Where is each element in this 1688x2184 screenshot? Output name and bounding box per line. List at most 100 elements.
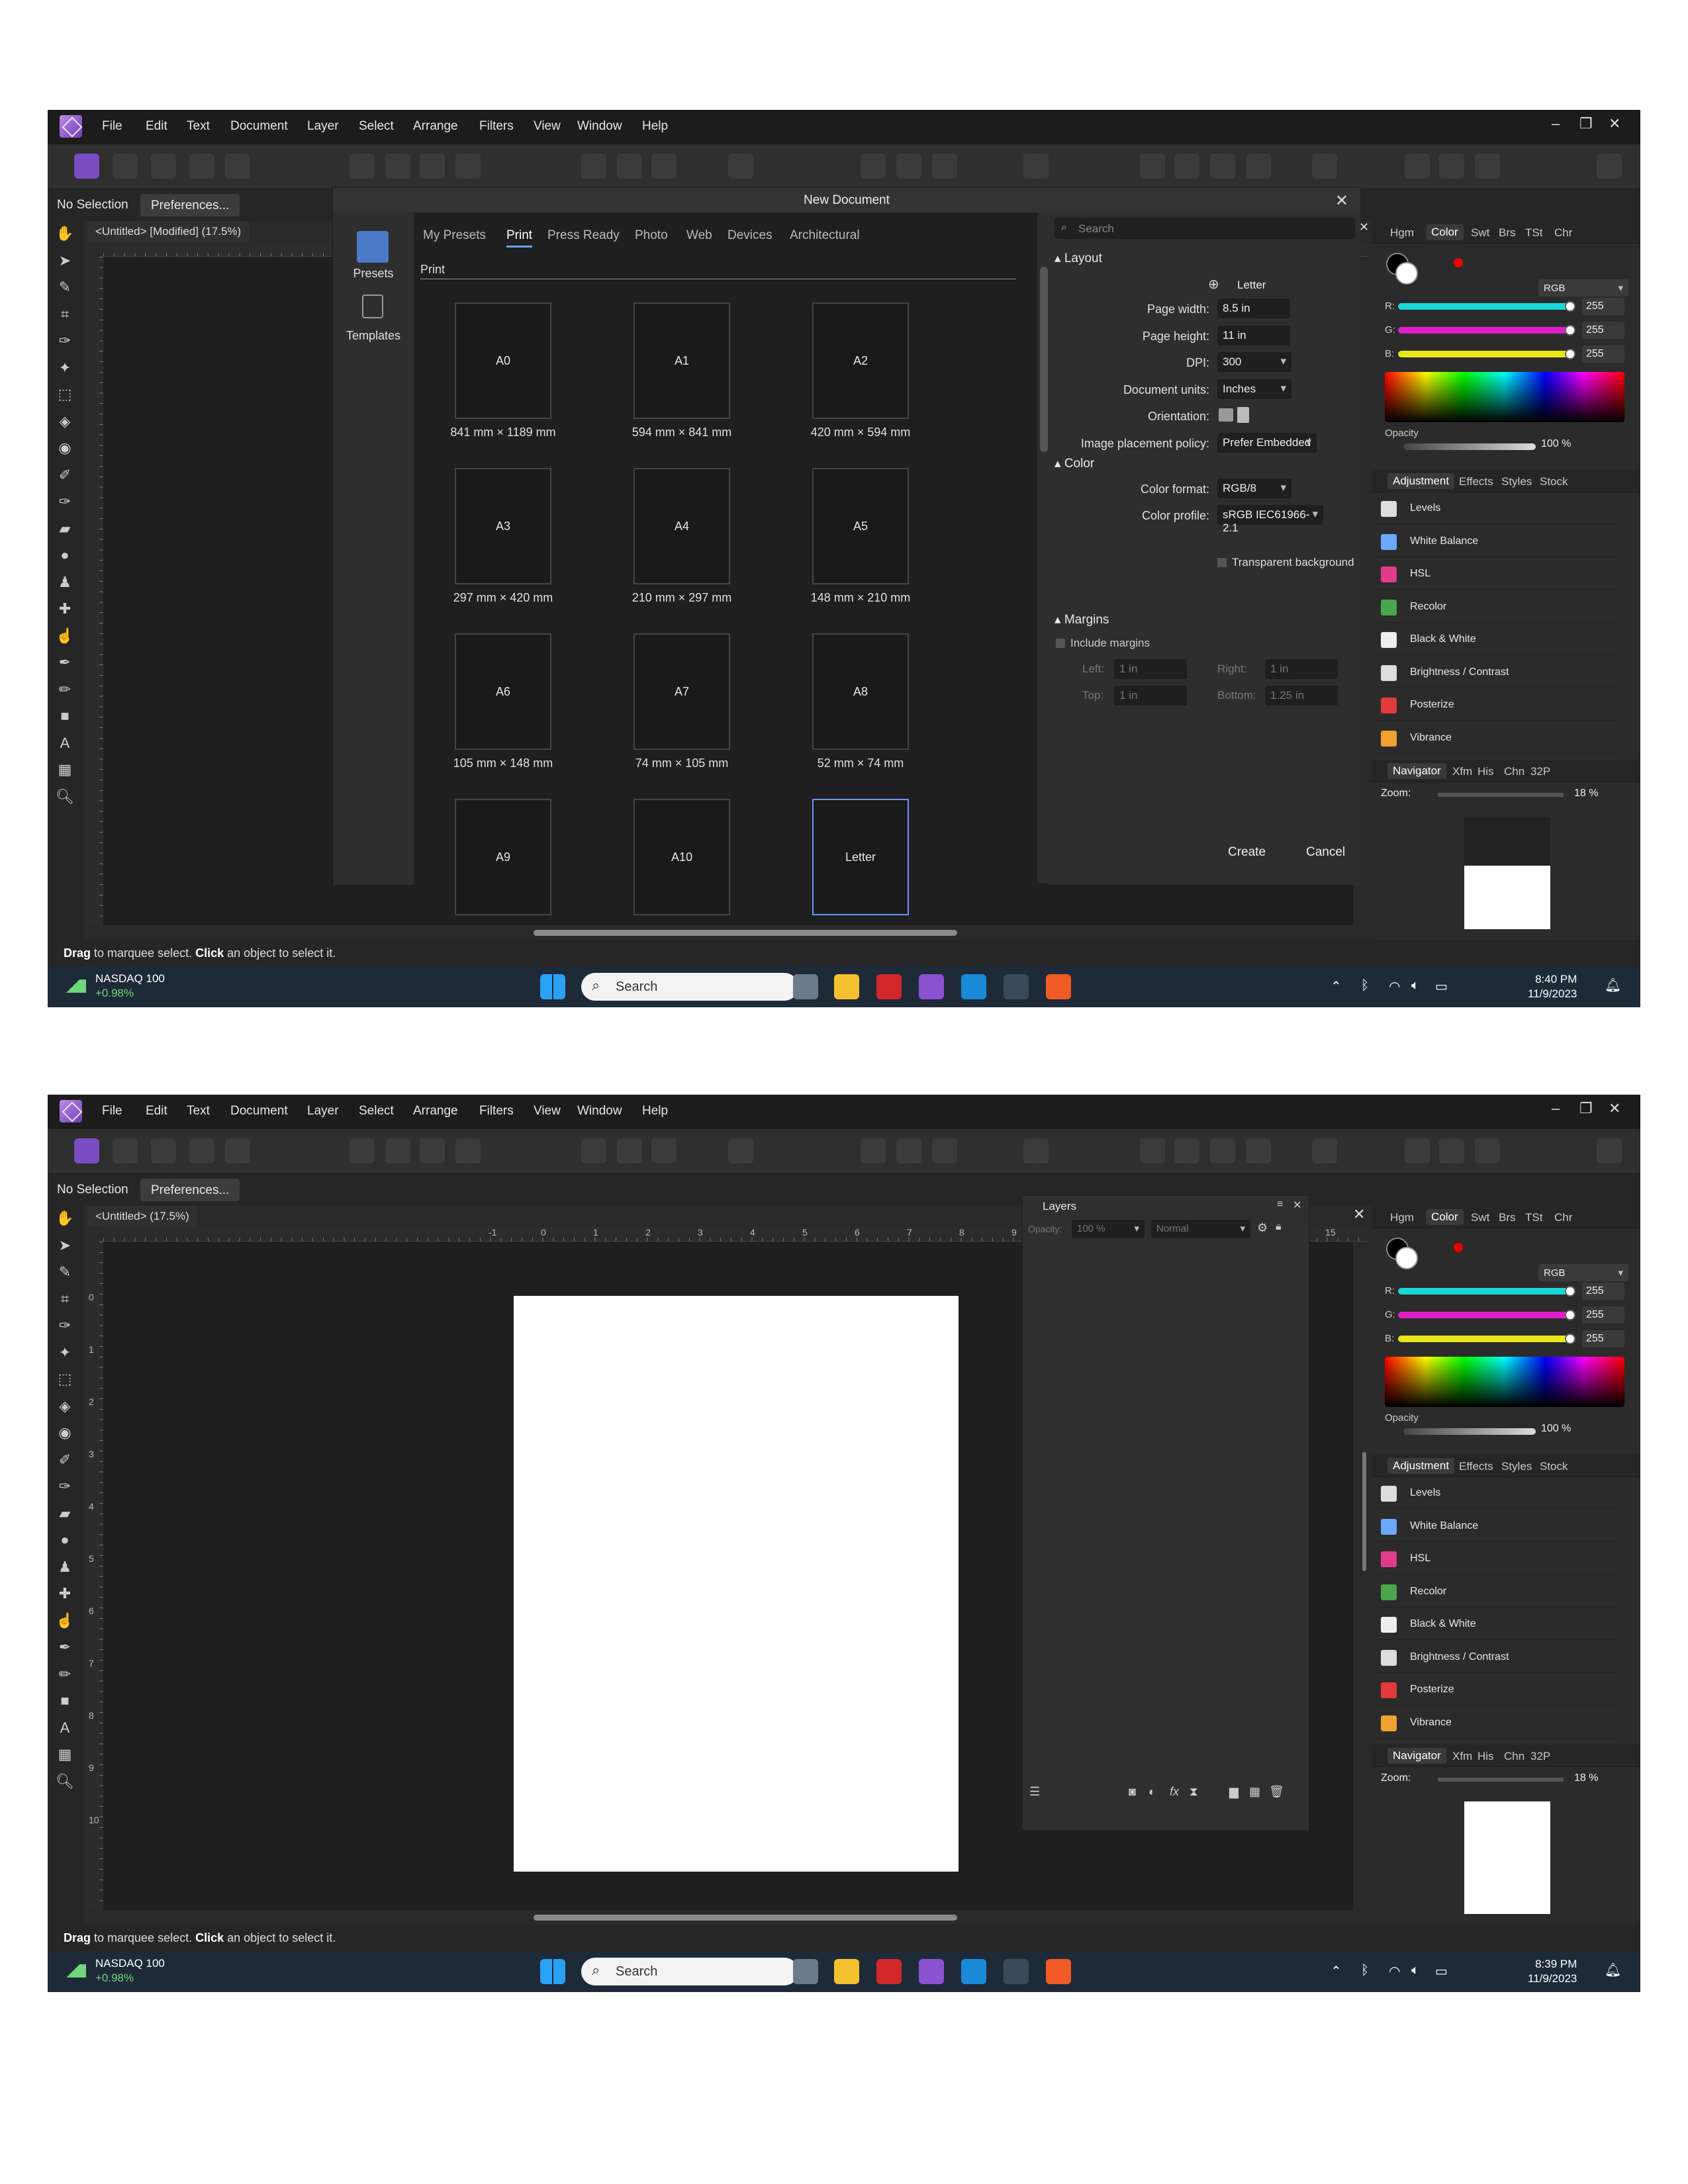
marquee-tool-icon[interactable]: ⬚ [55, 1369, 75, 1389]
minimize-icon[interactable]: – [1552, 1100, 1560, 1117]
scroll-thumb[interactable] [534, 930, 957, 936]
no-selection-icon[interactable] [617, 1138, 642, 1163]
battery-icon[interactable]: ▭ [1435, 978, 1448, 995]
setting-field[interactable]: Prefer Embedded [1217, 432, 1317, 453]
zoom-value[interactable]: 18 % [1574, 1772, 1598, 1784]
tab-effects[interactable]: Effects [1459, 1460, 1493, 1473]
order-icon[interactable] [1312, 154, 1337, 179]
setting-field[interactable]: 8.5 in [1217, 298, 1290, 318]
zoom-value[interactable]: 18 % [1574, 788, 1598, 799]
white-balance-icon[interactable] [455, 1138, 481, 1163]
menu-text[interactable]: Text [187, 1104, 210, 1118]
preset-thumbnail[interactable]: A10 [633, 799, 730, 915]
menu-edit[interactable]: Edit [146, 1104, 167, 1118]
settings-search-input[interactable]: Search [1055, 218, 1355, 239]
channel-slider[interactable] [1398, 1312, 1570, 1318]
restore-icon[interactable]: ❐ [1579, 115, 1593, 132]
color-spectrum[interactable] [1385, 372, 1624, 422]
restore-icon[interactable]: ❐ [1579, 1100, 1593, 1117]
grid-icon[interactable] [861, 154, 886, 179]
tab-chr[interactable]: Chr [1554, 1211, 1572, 1224]
crop-tool-icon[interactable]: ⌗ [55, 304, 75, 324]
close-window-icon[interactable]: ✕ [1609, 115, 1620, 132]
menu-arrange[interactable]: Arrange [413, 119, 458, 134]
align-icon-1[interactable] [1140, 1138, 1165, 1163]
menu-select[interactable]: Select [359, 1104, 394, 1118]
cancel-button[interactable]: Cancel [1306, 845, 1345, 860]
studio-icon-1[interactable] [1405, 154, 1430, 179]
preset-thumbnail[interactable]: A5 [812, 468, 909, 584]
tab-tst[interactable]: TSt [1525, 226, 1542, 240]
white-balance-icon[interactable] [455, 154, 481, 179]
adjustment-item[interactable]: Black & White [1376, 1608, 1618, 1640]
bluetooth-icon[interactable]: ᛒ [1361, 978, 1369, 993]
adjustment-item[interactable]: Black & White [1376, 623, 1618, 655]
scroll-thumb[interactable] [534, 1915, 957, 1921]
pencil-tool-icon[interactable]: ✏ [55, 1664, 75, 1684]
hand-tool-icon[interactable]: ✋ [55, 224, 75, 244]
color-wheel-icon[interactable] [350, 154, 375, 179]
contrast-icon[interactable] [385, 154, 410, 179]
margin-left-field[interactable]: 1 in [1114, 659, 1187, 679]
tab-chr[interactable]: Chr [1554, 226, 1572, 240]
layout-group[interactable]: ▴ Layout [1055, 251, 1102, 266]
grid-icon[interactable] [861, 1138, 886, 1163]
flood-fill-icon[interactable]: ◈ [55, 412, 75, 432]
setting-field[interactable]: 11 in [1217, 325, 1290, 345]
file-explorer-icon[interactable] [834, 974, 859, 999]
clone-brush-icon[interactable]: ♟ [55, 1557, 75, 1577]
mixer-brush-icon[interactable]: ✑ [55, 1477, 75, 1496]
menu-document[interactable]: Document [230, 1104, 288, 1118]
flood-fill-icon[interactable]: ◈ [55, 1396, 75, 1416]
zoom-tool-icon[interactable]: 🔍︎ [55, 1772, 75, 1792]
adjustment-item[interactable]: Posterize [1376, 689, 1618, 721]
persona-export-icon[interactable] [225, 154, 250, 179]
brush-selection-icon[interactable]: ✑ [55, 331, 75, 351]
create-button[interactable]: Create [1228, 845, 1266, 860]
align-icon-2[interactable] [1174, 1138, 1199, 1163]
pen-tool-icon[interactable]: ✒ [55, 1637, 75, 1657]
fx-icon[interactable]: fx [1170, 1785, 1179, 1799]
smudge-brush-icon[interactable]: ☝ [55, 1611, 75, 1631]
marquee-tool-icon[interactable]: ⬚ [55, 385, 75, 404]
chevron-up-icon[interactable]: ⌃ [1331, 978, 1342, 995]
opacity-slider[interactable] [1403, 1428, 1536, 1435]
taskbar-clock[interactable]: 8:40 PM 11/9/2023 [1528, 972, 1577, 1001]
menu-window[interactable]: Window [577, 1104, 622, 1118]
preset-thumbnail[interactable]: A2 [812, 302, 909, 419]
taskbar-search-input[interactable]: Search [581, 1958, 798, 1985]
adjustment-item[interactable]: White Balance [1376, 525, 1618, 557]
brave-icon[interactable] [1046, 1959, 1071, 1984]
mesh-warp-icon[interactable]: ▦ [55, 1745, 75, 1764]
hand-tool-icon[interactable]: ✋ [55, 1208, 75, 1228]
channel-value[interactable]: 255 [1582, 1306, 1624, 1324]
channel-value[interactable]: 255 [1582, 1283, 1624, 1300]
tab-32p[interactable]: 32P [1530, 1750, 1550, 1763]
tab-chn[interactable]: Chn [1504, 765, 1524, 778]
channel-slider[interactable] [1398, 303, 1570, 310]
zoom-slider[interactable] [1438, 1778, 1564, 1782]
edge-icon[interactable] [961, 974, 986, 999]
channel-slider[interactable] [1398, 327, 1570, 334]
preferences-button[interactable]: Preferences... [140, 194, 240, 216]
zoom-tool-icon[interactable]: 🔍︎ [55, 787, 75, 807]
tab-his[interactable]: His [1477, 1750, 1494, 1763]
slider-knob[interactable] [1565, 325, 1575, 336]
menu-layer[interactable]: Layer [307, 1104, 339, 1118]
preset-thumbnail[interactable]: A6 [455, 633, 551, 750]
tab-adjustment[interactable]: Adjustment [1387, 1458, 1455, 1474]
tab-xfm[interactable]: Xfm [1452, 1750, 1472, 1763]
align-icon-1[interactable] [1140, 154, 1165, 179]
add-layer-icon[interactable]: ▦ [1249, 1785, 1260, 1799]
tab-devices[interactable]: Devices [727, 228, 773, 243]
adjustment-item[interactable]: Recolor [1376, 591, 1618, 623]
channel-value[interactable]: 255 [1582, 322, 1624, 339]
tab-swt[interactable]: Swt [1471, 226, 1489, 240]
document-tab[interactable]: <Untitled> (17.5%) [87, 1206, 197, 1227]
hourglass-icon[interactable]: ⧗ [1190, 1785, 1198, 1799]
close-window-icon[interactable]: ✕ [1609, 1100, 1620, 1117]
margin-top-field[interactable]: 1 in [1114, 686, 1187, 705]
affinity-photo-logo[interactable] [60, 115, 82, 138]
preset-thumbnail[interactable]: Letter [812, 799, 909, 915]
tab-color[interactable]: Color [1426, 224, 1464, 240]
